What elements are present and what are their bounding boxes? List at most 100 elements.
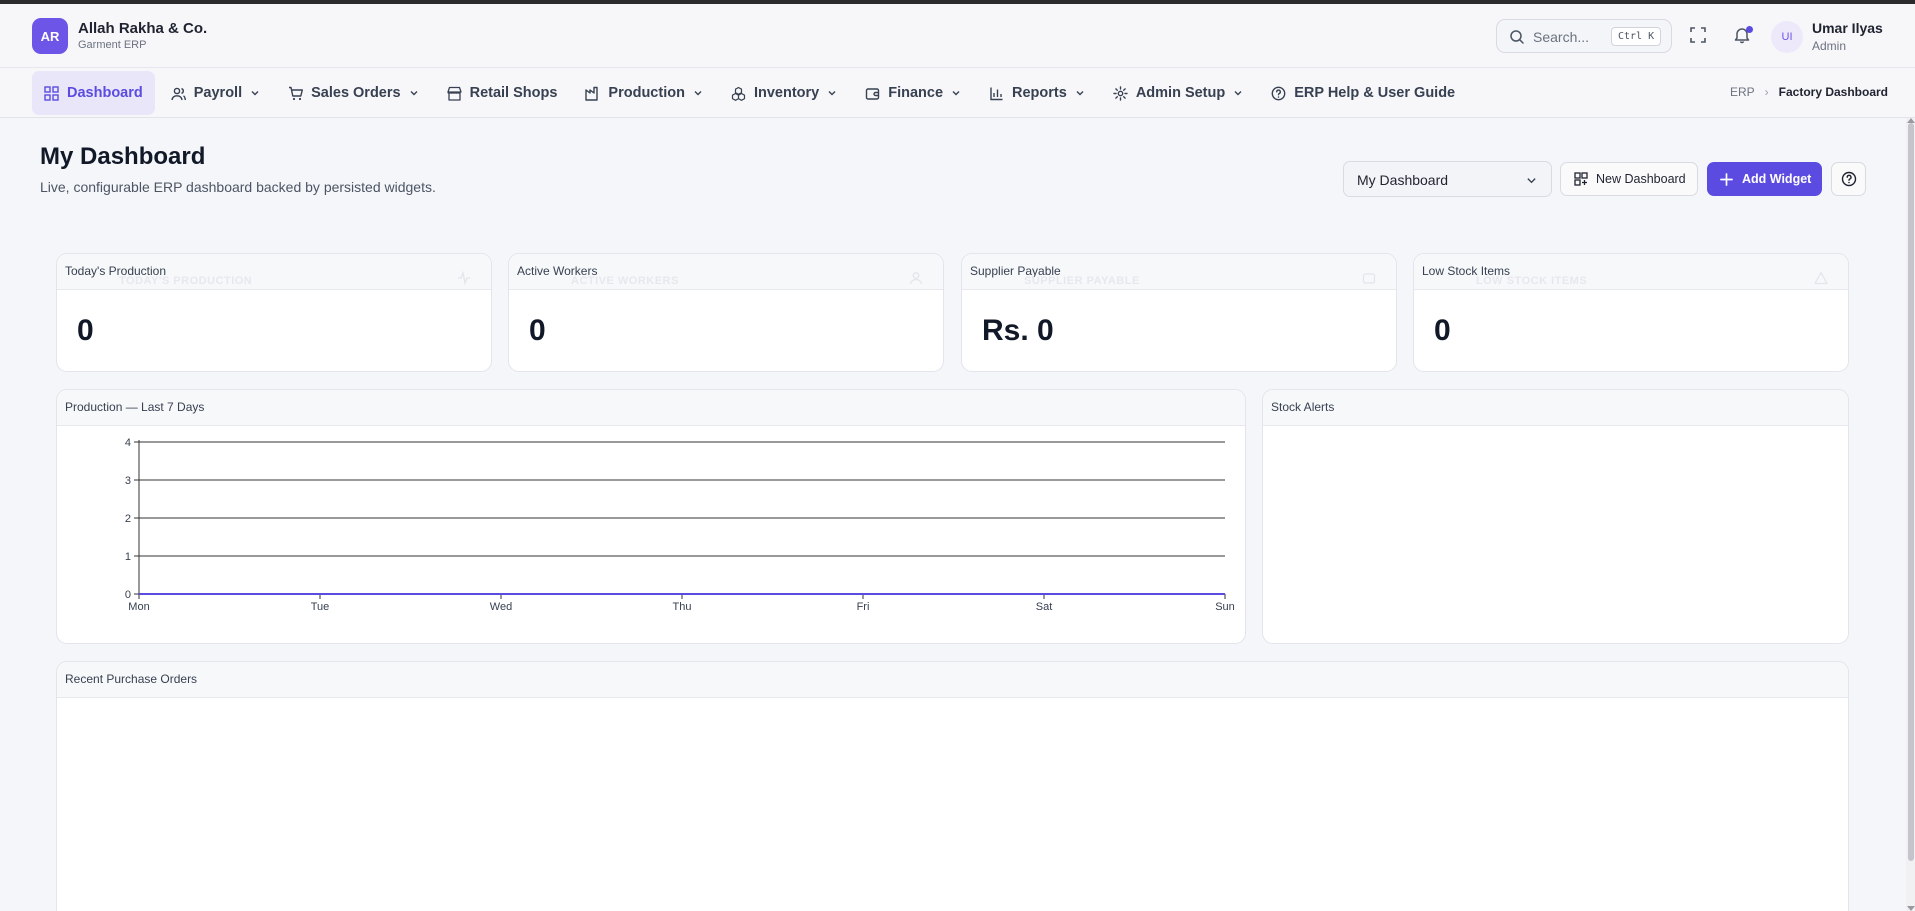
nav-item-sales-orders[interactable]: Sales Orders <box>276 71 430 115</box>
nav-item-label: ERP Help & User Guide <box>1294 85 1456 101</box>
store-icon <box>446 86 462 101</box>
nav-item-label: Reports <box>1012 85 1067 101</box>
factory-icon <box>585 86 599 101</box>
user-icon <box>909 272 923 285</box>
nav-item-inventory[interactable]: Inventory <box>719 71 849 115</box>
stock-alerts-card: Stock Alerts <box>1262 389 1849 644</box>
nav-item-label: Inventory <box>753 85 820 101</box>
nav-items: Dashboard Payroll Sales Orders Retail Shops… <box>32 71 1467 115</box>
fullscreen-button[interactable] <box>1689 26 1709 46</box>
nav-item-label: Payroll <box>193 85 243 101</box>
y-tick-label: 4 <box>125 437 131 449</box>
chevron-right-icon: › <box>1764 85 1769 99</box>
chevron-down-icon <box>694 91 702 96</box>
alert-triangle-icon <box>1814 271 1828 285</box>
nav-item-label: Admin Setup <box>1135 85 1226 101</box>
nav-item-label: Retail Shops <box>469 85 558 101</box>
notification-dot <box>1746 26 1753 33</box>
nav-item-finance[interactable]: Finance <box>853 71 973 115</box>
user-role: Admin <box>1812 39 1847 53</box>
user-name[interactable]: Umar Ilyas <box>1812 20 1883 36</box>
notifications-button[interactable] <box>1733 26 1753 46</box>
add-widget-label: Add Widget <box>1742 172 1812 186</box>
nav-item-label: Sales Orders <box>311 85 401 101</box>
x-tick-label: Wed <box>490 601 512 613</box>
production-chart-title: Production — Last 7 Days <box>57 390 1245 426</box>
chevron-down-icon <box>1076 91 1084 96</box>
brand-name: Allah Rakha & Co. <box>78 20 208 37</box>
help-button[interactable] <box>1831 162 1866 196</box>
stock-alerts-title: Stock Alerts <box>1263 390 1848 426</box>
chevron-down-icon <box>1234 91 1242 96</box>
new-dashboard-label: New Dashboard <box>1596 172 1686 186</box>
kpi-card-active-workers: Active Workers ACTIVE WORKERS 0 <box>508 253 944 372</box>
x-tick-label: Thu <box>673 601 692 613</box>
new-dashboard-button[interactable]: New Dashboard <box>1560 162 1698 196</box>
y-tick-label: 3 <box>125 475 131 487</box>
kpi-ghost-label: SUPPLIER PAYABLE <box>1024 275 1140 287</box>
bar-chart-icon <box>990 87 1003 100</box>
y-tick-label: 1 <box>125 551 131 563</box>
nav-item-label: Finance <box>888 85 944 101</box>
nav-item-label: Dashboard <box>67 85 143 101</box>
main-nav: Dashboard Payroll Sales Orders Retail Shops… <box>0 68 1915 118</box>
help-circle-icon <box>1841 171 1856 187</box>
kpi-value: 0 <box>529 314 546 347</box>
app-header: AR Allah Rakha & Co. Garment ERP Search.… <box>0 4 1915 68</box>
x-tick-label: Tue <box>311 601 330 613</box>
nav-item-label: Production <box>608 85 685 101</box>
nav-item-production[interactable]: Production <box>573 71 715 115</box>
brand-logo[interactable]: AR <box>32 18 68 54</box>
page-subtitle: Live, configurable ERP dashboard backed … <box>40 179 436 195</box>
nav-item-payroll[interactable]: Payroll <box>159 71 272 115</box>
search-icon <box>1510 30 1524 44</box>
nav-item-reports[interactable]: Reports <box>977 71 1097 115</box>
nav-item-admin-setup[interactable]: Admin Setup <box>1101 71 1255 115</box>
kpi-card-todays-production: Today's Production TODAY'S PRODUCTION 0 <box>56 253 492 372</box>
breadcrumb-current: Factory Dashboard <box>1778 85 1888 99</box>
plus-icon <box>1720 172 1733 186</box>
page-scrollbar[interactable] <box>1906 118 1915 911</box>
x-tick-label: Mon <box>128 601 149 613</box>
wallet-icon <box>1362 273 1376 284</box>
kpi-value: 0 <box>77 314 94 347</box>
page-title: My Dashboard <box>40 143 206 170</box>
chevron-down-icon <box>1527 178 1536 184</box>
fullscreen-icon <box>1690 27 1706 43</box>
nav-item-erp-help-user-guide[interactable]: ERP Help & User Guide <box>1259 71 1467 115</box>
chevron-down-icon <box>410 91 418 96</box>
x-tick-label: Sat <box>1036 601 1053 613</box>
x-tick-label: Sun <box>1215 601 1235 613</box>
kpi-ghost-label: LOW STOCK ITEMS <box>1476 275 1588 287</box>
kpi-value: 0 <box>1434 314 1451 347</box>
dashboard-select[interactable]: My Dashboard <box>1343 161 1552 197</box>
chevron-down-icon <box>952 91 960 96</box>
y-tick-label: 2 <box>125 513 131 525</box>
gear-icon <box>1113 85 1128 101</box>
add-widget-button[interactable]: Add Widget <box>1707 162 1822 196</box>
production-line-chart: 0 1 2 3 4 Mon Tue Wed Thu Fri Sat Sun <box>125 437 1235 613</box>
cart-icon <box>289 86 304 100</box>
search-shortcut: Ctrl K <box>1611 27 1662 46</box>
chevron-down-icon <box>828 91 836 96</box>
grid-icon <box>44 85 59 101</box>
production-chart-card: Production — Last 7 Days 0 1 2 3 4 Mon Tue Wed T… <box>56 389 1246 644</box>
search-placeholder: Search... <box>1533 29 1590 45</box>
nav-item-dashboard[interactable]: Dashboard <box>32 71 155 115</box>
kpi-ghost-label: TODAY'S PRODUCTION <box>119 275 253 287</box>
search-input[interactable]: Search... Ctrl K <box>1496 19 1672 53</box>
users-icon <box>171 87 186 100</box>
x-tick-label: Fri <box>857 601 870 613</box>
activity-icon <box>458 271 470 285</box>
recent-purchase-orders-card: Recent Purchase Orders <box>56 661 1849 911</box>
breadcrumb-root[interactable]: ERP <box>1730 85 1755 99</box>
scrollbar-thumb[interactable] <box>1908 123 1914 861</box>
nav-item-retail-shops[interactable]: Retail Shops <box>435 71 570 115</box>
help-circle-icon <box>1271 86 1286 100</box>
dashboard-select-value: My Dashboard <box>1357 172 1449 188</box>
wallet-icon <box>866 87 880 100</box>
avatar[interactable]: UI <box>1771 21 1803 53</box>
layout-grid-icon <box>1574 172 1588 186</box>
scroll-down-arrow[interactable] <box>1907 906 1915 911</box>
kpi-card-low-stock-items: Low Stock Items LOW STOCK ITEMS 0 <box>1413 253 1849 372</box>
